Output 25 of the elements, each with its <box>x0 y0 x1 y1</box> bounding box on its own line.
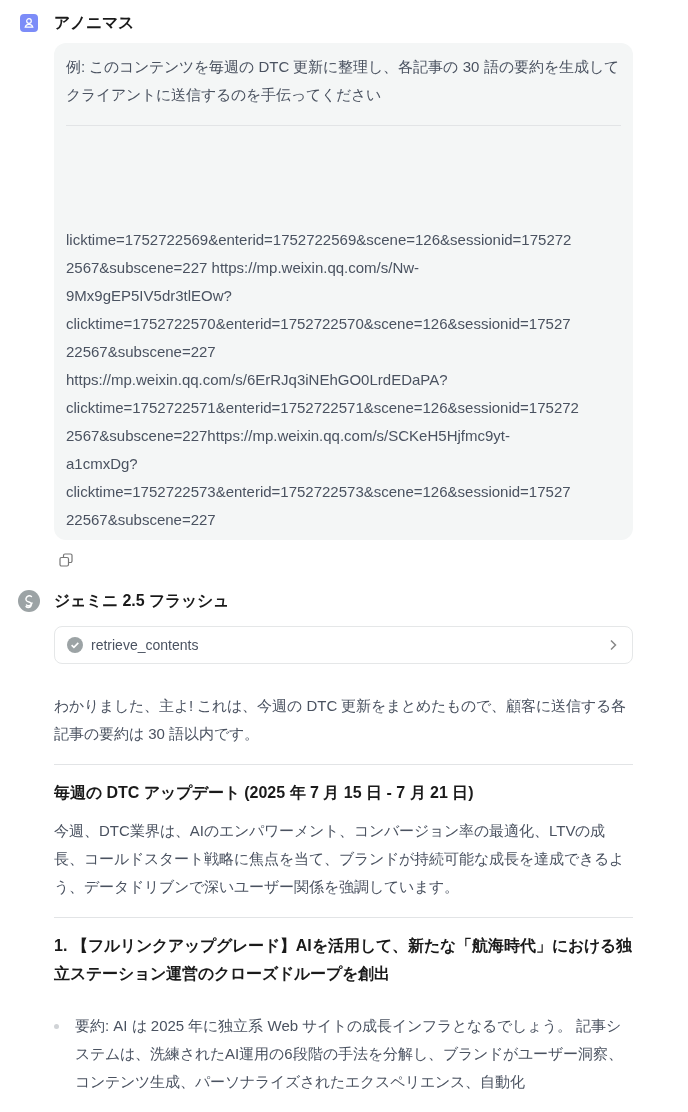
assistant-avatar-icon <box>18 590 40 612</box>
url-text: licktime=1752722569&enterid=1752722569&scene=126&sessionid=175272 <box>66 230 573 250</box>
list-item-text: 要約: AI は 2025 年に独立系 Web サイトの成長インフラとなるでしょう。 記事システムは、洗練されたAI運用の6段階の手法を分解し、ブランドがユーザー洞察、コンテンツ生成、パーソナライズされたエクスペリエンス、自動化 <box>75 1016 624 1092</box>
tool-call-row[interactable]: retrieve_contents <box>54 626 633 664</box>
chevron-right-icon <box>608 638 618 652</box>
paragraph: わかりました、主よ! これは、今週の DTC 更新をまとめたもので、顧客に送信する各記事の要約は 30 語以内です。 <box>54 696 628 744</box>
url-text: 22567&subscene=227 <box>66 342 217 362</box>
bullet-icon <box>54 1024 59 1029</box>
url-text: 22567&subscene=227 <box>66 510 217 530</box>
section-heading: 1. 【フルリンクアップグレード】AIを活用して、新たな「航海時代」における独立ステーション運営のクローズドループを創出 <box>54 936 633 984</box>
url-text: clicktime=1752722571&enterid=1752722571&scene=126&sessionid=175272 <box>66 398 580 418</box>
author-name: アノニマス <box>54 12 134 33</box>
url-text: 2567&subscene=227 https://mp.weixin.qq.com/s/Nw- <box>66 258 421 278</box>
user-avatar-icon <box>20 14 38 32</box>
url-text: clicktime=1752722573&enterid=1752722573&scene=126&sessionid=17527 <box>66 482 572 502</box>
message-text: 例: このコンテンツを毎週の DTC 更新に整理し、各記事の 30 語の要約を生成してクライアントに送信するのを手伝ってください <box>66 57 620 105</box>
author-name: ジェミニ 2.5 フラッシュ <box>54 590 230 611</box>
url-text: a1cmxDg? <box>66 454 139 474</box>
url-text: 9Mx9gEP5IV5dr3tlEOw? <box>66 286 233 306</box>
copy-button[interactable] <box>58 552 74 568</box>
url-text: https://mp.weixin.qq.com/s/6ErRJq3iNEhGO0LrdEDaPA? <box>66 370 449 390</box>
section-heading: 毎週の DTC アップデート (2025 年 7 月 15 日 - 7 月 21 日) <box>54 783 475 803</box>
paragraph: 今週、DTC業界は、AIのエンパワーメント、コンバージョン率の最適化、LTVの成長、コールドスタート戦略に焦点を当て、ブランドが持続可能な成長を達成できるよう、データドリブンで深いユーザー関係を強調しています。 <box>54 821 625 897</box>
url-text: 2567&subscene=227https://mp.weixin.qq.com/s/SCKeH5Hjfmc9yt- <box>66 426 511 446</box>
url-text: clicktime=1752722570&enterid=1752722570&scene=126&sessionid=17527 <box>66 314 572 334</box>
